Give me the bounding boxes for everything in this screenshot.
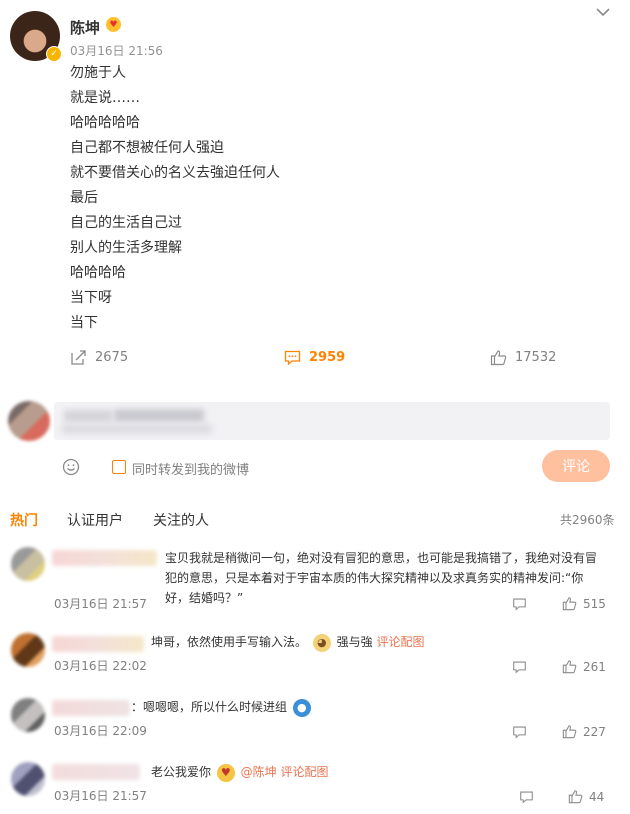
repost-checkbox[interactable] [112,460,126,474]
post-line: 自己的生活自己过 [70,215,182,231]
comment-text: 老公我爱你 ♥ @陈坤 评论配图 [151,762,329,782]
reply-icon[interactable] [512,660,527,674]
thumbs-up-icon [568,790,583,804]
post-line: 就不要借关心的名义去強迫任何人 [70,165,280,181]
comment-like-button[interactable]: 515 [562,596,606,611]
comment-avatar[interactable] [11,762,45,796]
verified-badge-icon: ✓ [46,46,62,62]
comment-avatar[interactable] [11,547,45,581]
author-name[interactable]: 陈坤 [70,17,100,38]
post-line: 哈哈哈哈哈 [70,115,140,131]
thumbs-up-icon [562,660,577,674]
doraemon-icon: ● [292,698,311,717]
mention-link[interactable]: @陈坤 [241,765,277,779]
comment-image-link[interactable]: 评论配图 [281,765,329,779]
tab-hot[interactable]: 热门 [10,510,38,530]
like-count: 17532 [515,350,557,365]
repost-checkbox-label[interactable]: 同时转发到我的微博 [132,459,249,478]
post-line: 自己都不想被任何人强迫 [70,140,224,156]
comment-username[interactable] [52,636,144,652]
comment-text: ：嗯嗯嗯，所以什么时候进组 ● [131,697,313,717]
thumbs-up-icon [562,597,577,611]
post-line: 当下 [70,315,98,331]
thumbs-up-icon [562,725,577,739]
comment-time: 03月16日 21:57 [54,597,147,611]
emoji-icon[interactable] [62,458,80,476]
comment-username[interactable] [52,700,130,716]
post-line: 别人的生活多理解 [70,240,182,256]
post-line: 哈哈哈哈 [70,265,126,281]
comment-username[interactable] [52,550,157,566]
post-line: 勿施于人 [70,65,126,81]
comment-like-button[interactable]: 44 [568,789,604,804]
comment-username[interactable] [52,764,140,780]
comment-avatar[interactable] [11,633,45,667]
comment-avatar[interactable] [11,698,45,732]
comment-like-button[interactable]: 261 [562,659,606,674]
comment-image-link[interactable]: 评论配图 [377,635,425,649]
comment-icon [284,350,301,366]
comment-input[interactable] [54,402,610,440]
tab-following[interactable]: 关注的人 [153,510,209,530]
reply-icon[interactable] [512,725,527,739]
comment-text: 坤哥，依然使用手写输入法。 ◕ 强与強 评论配图 [151,632,425,652]
post-line: 当下呀 [70,290,112,306]
kiss-face-icon: ♥ [216,763,235,782]
like-button[interactable]: 17532 [490,349,556,366]
post-line: 就是说…… [70,90,140,106]
submit-comment-button[interactable]: 评论 [542,450,610,482]
comment-time: 03月16日 21:57 [54,789,147,803]
fan-heart-badge-icon: ♥ [106,17,121,32]
comment-like-button[interactable]: 227 [562,724,606,739]
current-user-avatar [8,401,50,441]
tab-verified-users[interactable]: 认证用户 [67,510,123,530]
comment-count: 2959 [309,350,346,365]
post-text: 勿施于人 就是说…… 哈哈哈哈哈 自己都不想被任何人强迫 就不要借关心的名义去強… [70,61,280,336]
reply-icon[interactable] [519,790,534,804]
doge-icon: ◕ [312,633,331,652]
post-line: 最后 [70,190,98,206]
total-comments: 共2960条 [560,513,615,527]
reply-icon[interactable] [512,597,527,611]
comment-button[interactable]: 2959 [284,349,345,366]
comment-time: 03月16日 22:02 [54,659,147,673]
repost-count: 2675 [95,350,129,365]
comment-time: 03月16日 22:09 [54,724,147,738]
thumbs-up-icon [490,350,507,366]
repost-icon [71,350,86,365]
comment-text: 宝贝我就是稍微问一句，绝对没有冒犯的意思，也可能是我搞错了，我绝对没有冒犯的意思… [165,551,598,605]
post-time[interactable]: 03月16日 21:56 [70,42,163,59]
repost-button[interactable]: 2675 [70,349,128,366]
chevron-down-icon[interactable] [594,3,612,21]
